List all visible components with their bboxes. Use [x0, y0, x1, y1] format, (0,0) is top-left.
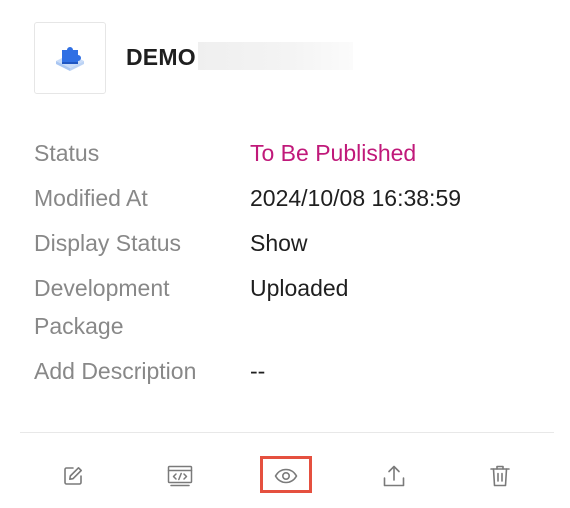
code-icon: [167, 465, 193, 487]
modified-at-value: 2024/10/08 16:38:59: [250, 185, 462, 211]
redacted-name-suffix: [197, 42, 353, 71]
upload-icon: [383, 465, 405, 487]
edit-icon: [64, 467, 82, 485]
delete-button[interactable]: [480, 456, 520, 496]
detail-row-display-status: Display Status Show: [34, 224, 544, 262]
publish-button[interactable]: [374, 456, 414, 496]
display-status-value: Show: [250, 230, 308, 256]
detail-label: Modified At: [34, 185, 148, 211]
detail-label: Status: [34, 140, 100, 166]
detail-label: Development Package: [34, 275, 170, 339]
status-value: To Be Published: [250, 140, 417, 166]
action-bar: [0, 452, 570, 500]
code-button[interactable]: [160, 456, 200, 496]
detail-row-status: Status To Be Published: [34, 134, 544, 172]
detail-label: Add Description: [34, 358, 197, 384]
eye-icon: [274, 468, 298, 484]
edit-button[interactable]: [53, 456, 93, 496]
detail-row-description: Add Description --: [34, 352, 544, 390]
description-value: --: [250, 358, 266, 384]
app-header: DEMO: [34, 22, 353, 94]
app-details: Status To Be Published Modified At 2024/…: [34, 134, 544, 397]
detail-row-modified: Modified At 2024/10/08 16:38:59: [34, 179, 544, 217]
app-name: DEMO: [126, 42, 353, 73]
app-card: DEMO Status To Be Published Modified At …: [0, 0, 570, 508]
dev-package-value: Uploaded: [250, 275, 349, 301]
preview-button[interactable]: [266, 456, 306, 496]
app-name-text: DEMO: [126, 43, 196, 70]
trash-icon: [490, 465, 510, 487]
app-icon: [34, 22, 106, 94]
detail-label: Display Status: [34, 230, 182, 256]
puzzle-piece-icon: [56, 47, 84, 71]
detail-row-dev-package: Development Package Uploaded: [34, 269, 544, 345]
divider: [20, 432, 554, 433]
